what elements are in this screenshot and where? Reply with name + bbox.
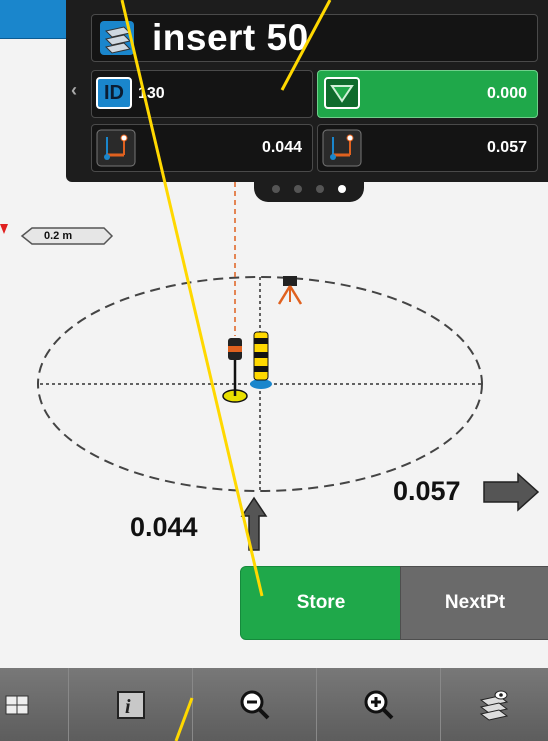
arrow-right-icon <box>483 472 540 512</box>
title-field[interactable]: insert 50 <box>91 14 538 62</box>
page-dot[interactable] <box>272 185 280 193</box>
zoom-out-icon <box>240 690 270 719</box>
elevation-field[interactable]: 0.000 <box>317 70 538 118</box>
layers-view-icon <box>479 690 509 721</box>
chevron-left-icon[interactable]: ‹ <box>71 80 77 101</box>
nextpt-button[interactable]: NextPt <box>400 566 548 640</box>
page-indicator[interactable] <box>254 176 364 202</box>
info-icon: i <box>117 690 145 719</box>
point-id-field[interactable]: ID 130 <box>91 70 313 118</box>
cross-offset-value: 0.044 <box>130 512 198 542</box>
info-button[interactable]: i <box>68 668 193 741</box>
direction-marker-icon <box>0 224 8 234</box>
page-title: insert 50 <box>152 17 309 58</box>
elevation-value: 0.000 <box>486 85 527 102</box>
offset-right-value: 0.057 <box>486 139 527 156</box>
arrow-up-icon <box>240 496 268 551</box>
grid-icon <box>5 695 29 714</box>
bottom-toolbar: i <box>0 668 548 741</box>
page-dot[interactable] <box>294 185 302 193</box>
rover-position-icon <box>222 338 248 403</box>
zoom-in-icon <box>364 690 394 719</box>
offset-right-field[interactable]: 0.057 <box>317 124 538 172</box>
offset-left-field[interactable]: 0.044 <box>91 124 313 172</box>
elevation-triangle-icon <box>324 77 360 109</box>
offset-left-value: 0.044 <box>261 139 302 156</box>
layers-icon <box>100 21 134 55</box>
scale-label: 0.2 m <box>44 230 73 242</box>
svg-text:i: i <box>125 696 131 718</box>
store-button[interactable]: Store <box>240 566 402 640</box>
pole-offset-icon <box>322 129 362 167</box>
target-pole-icon <box>250 331 272 389</box>
layers-view-button[interactable] <box>440 668 548 741</box>
point-id-value: 130 <box>138 85 165 102</box>
id-icon: ID <box>96 77 132 109</box>
page-dot[interactable] <box>316 185 324 193</box>
along-offset-value: 0.057 <box>393 476 461 506</box>
instrument-icon <box>277 276 303 305</box>
zoom-in-button[interactable] <box>316 668 441 741</box>
zoom-out-button[interactable] <box>192 668 317 741</box>
stakeout-info-panel: insert 50 ‹ ID 130 0.000 0.044 0.057 <box>66 0 548 182</box>
grid-button[interactable] <box>0 668 68 741</box>
pole-offset-icon <box>96 129 136 167</box>
page-dot-active[interactable] <box>338 185 346 193</box>
